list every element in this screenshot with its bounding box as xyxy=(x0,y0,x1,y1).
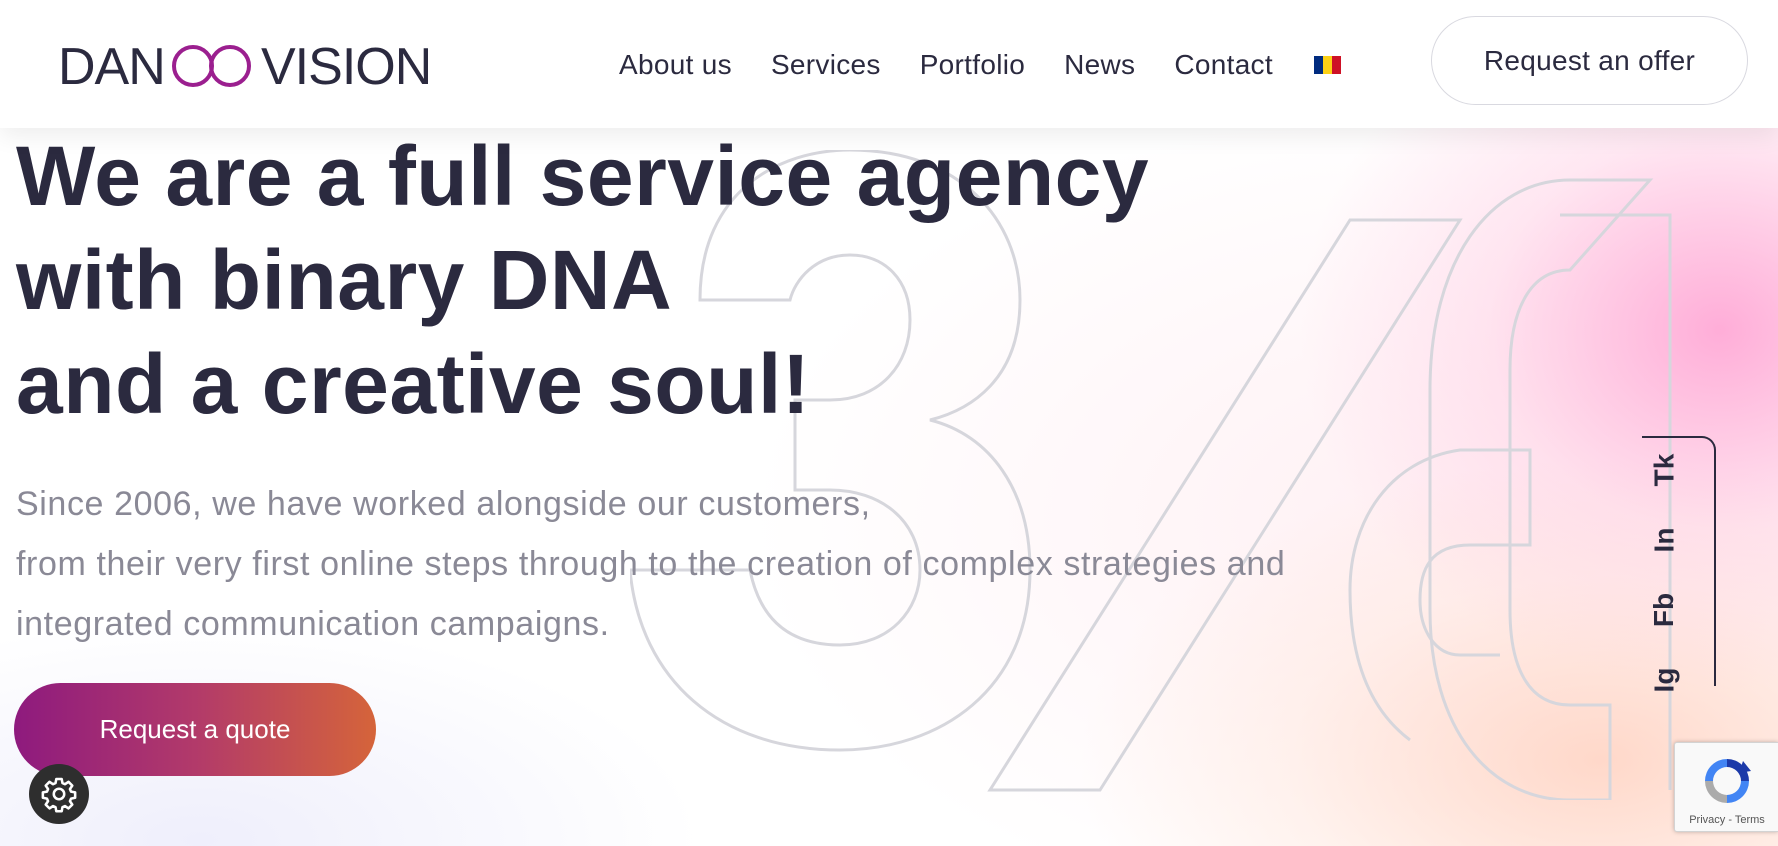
social-tiktok-label: Tk xyxy=(1648,453,1679,487)
recaptcha-badge[interactable]: Privacy - Terms xyxy=(1674,742,1778,832)
romania-flag-icon[interactable] xyxy=(1313,56,1341,74)
gear-icon xyxy=(41,777,77,813)
logo-ring-right xyxy=(209,45,251,87)
social-facebook-label: Fb xyxy=(1648,592,1679,628)
nav-news[interactable]: News xyxy=(1064,49,1135,81)
nav-services[interactable]: Services xyxy=(771,49,881,81)
nav-about-us[interactable]: About us xyxy=(619,49,732,81)
danco-vision-logo[interactable]: DAN VISION xyxy=(58,36,428,92)
nav-portfolio[interactable]: Portfolio xyxy=(920,49,1025,81)
recaptcha-privacy-link[interactable]: Privacy xyxy=(1689,814,1725,826)
social-links: Tk In Fb Ig xyxy=(1642,436,1716,692)
hero-headline: We are a full service agency with binary… xyxy=(16,124,1149,436)
recaptcha-terms-link[interactable]: Terms xyxy=(1735,814,1765,826)
logo-text-left: DAN xyxy=(58,38,165,92)
social-tiktok-link[interactable]: Tk xyxy=(1642,448,1686,492)
social-linkedin-link[interactable]: In xyxy=(1642,518,1686,562)
recaptcha-separator: - xyxy=(1725,814,1735,826)
subtext-line-2: from their very first online steps throu… xyxy=(16,545,1286,583)
subtext-line-3: integrated communication campaigns. xyxy=(16,605,610,643)
request-quote-button[interactable]: Request a quote xyxy=(14,683,376,776)
logo-ring-left xyxy=(172,45,214,87)
headline-line-1: We are a full service agency xyxy=(16,129,1150,223)
nav-contact[interactable]: Contact xyxy=(1174,49,1273,81)
cookie-settings-button[interactable] xyxy=(29,764,89,824)
recaptcha-links: Privacy - Terms xyxy=(1675,814,1778,826)
main-nav: About us Services Portfolio News Contact xyxy=(619,40,1341,90)
logo-text-right: VISION xyxy=(261,38,428,92)
request-offer-button[interactable]: Request an offer xyxy=(1431,16,1748,105)
social-facebook-link[interactable]: Fb xyxy=(1642,588,1686,632)
social-linkedin-label: In xyxy=(1647,527,1679,553)
headline-line-3: and a creative soul! xyxy=(16,337,811,431)
subtext-line-1: Since 2006, we have worked alongside our… xyxy=(16,485,871,523)
social-instagram-link[interactable]: Ig xyxy=(1642,658,1686,702)
site-header: DAN VISION About us Services Portfolio N… xyxy=(0,0,1778,128)
social-instagram-label: Ig xyxy=(1647,667,1679,693)
recaptcha-icon xyxy=(1705,759,1751,803)
hero-subtext: Since 2006, we have worked alongside our… xyxy=(16,474,1285,654)
headline-line-2: with binary DNA xyxy=(16,233,673,327)
